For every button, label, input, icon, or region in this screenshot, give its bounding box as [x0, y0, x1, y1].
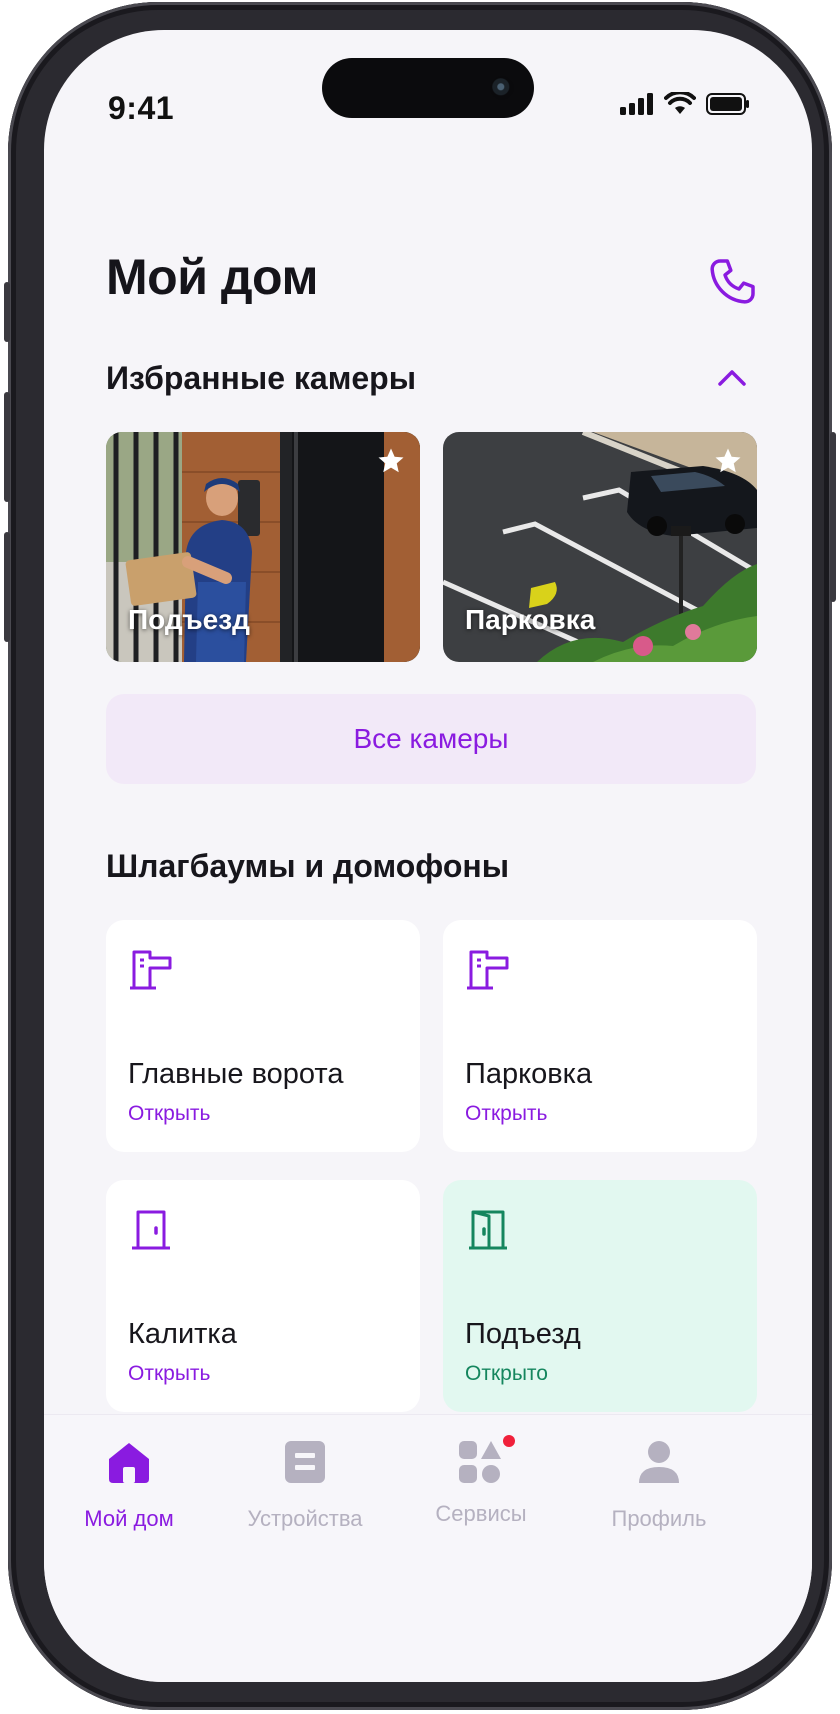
- camera-card-parking[interactable]: Парковка: [443, 432, 757, 662]
- page-title: Мой дом: [106, 249, 318, 305]
- open-action[interactable]: Открыть: [128, 1362, 210, 1386]
- access-name: Калитка: [128, 1318, 237, 1350]
- volume-up-button: [4, 392, 10, 502]
- all-cameras-button[interactable]: Все камеры: [106, 694, 756, 784]
- tab-home[interactable]: Мой дом: [44, 1439, 214, 1532]
- favorite-star-icon[interactable]: [713, 446, 743, 476]
- phone-call-icon[interactable]: [704, 254, 760, 310]
- status-time: 9:41: [108, 90, 175, 126]
- dynamic-island: [322, 58, 534, 118]
- access-name: Парковка: [465, 1058, 593, 1090]
- access-tile-wicket[interactable]: Калитка Открыть: [106, 1180, 420, 1412]
- tab-label: Мой дом: [84, 1506, 174, 1531]
- mute-switch: [4, 282, 10, 342]
- status-icons: [620, 92, 750, 116]
- tab-label: Устройства: [247, 1506, 363, 1531]
- door-icon: [132, 1210, 170, 1250]
- front-camera-icon: [490, 76, 514, 100]
- wifi-icon: [664, 92, 696, 114]
- signal-icon: [620, 93, 653, 115]
- tab-profile[interactable]: Профиль: [574, 1439, 744, 1532]
- chevron-up-icon[interactable]: [708, 358, 756, 398]
- open-action[interactable]: Открыть: [128, 1102, 210, 1126]
- access-tile-entrance[interactable]: Подъезд Открыто: [443, 1180, 757, 1412]
- tab-label: Профиль: [611, 1506, 707, 1531]
- access-tile-main-gate[interactable]: Главные ворота Открыть: [106, 920, 420, 1152]
- battery-icon: [706, 93, 749, 115]
- barrier-icon: [130, 950, 172, 990]
- favorites-title: Избранные камеры: [106, 360, 417, 396]
- door-open-icon: [469, 1210, 507, 1250]
- devices-icon: [285, 1441, 325, 1483]
- favorite-star-icon[interactable]: [376, 446, 406, 476]
- profile-icon: [639, 1441, 679, 1483]
- home-icon: [109, 1443, 149, 1483]
- camera-label: Подъезд: [128, 604, 250, 635]
- phone-frame: 9:41 Мой дом Избранные камеры Подъезд Па…: [4, 2, 836, 1710]
- open-status: Открыто: [465, 1362, 548, 1385]
- access-name: Главные ворота: [128, 1058, 344, 1090]
- tab-devices[interactable]: Устройства: [220, 1439, 390, 1532]
- access-tile-parking[interactable]: Парковка Открыть: [443, 920, 757, 1152]
- access-title: Шлагбаумы и домофоны: [106, 848, 510, 884]
- tab-label: Сервисы: [435, 1501, 527, 1526]
- open-action[interactable]: Открыть: [465, 1102, 547, 1126]
- barrier-icon: [467, 950, 509, 990]
- services-icon: [459, 1441, 501, 1483]
- camera-label: Парковка: [465, 604, 596, 635]
- tab-services[interactable]: Сервисы: [396, 1435, 566, 1527]
- power-button: [830, 432, 836, 602]
- screen: 9:41 Мой дом Избранные камеры Подъезд Па…: [44, 30, 812, 1682]
- tab-bar: Мой дом Устройства Сервисы Профиль: [44, 1414, 812, 1682]
- volume-down-button: [4, 532, 10, 642]
- camera-card-entrance[interactable]: Подъезд: [106, 432, 420, 662]
- notification-badge: [503, 1435, 515, 1447]
- access-name: Подъезд: [465, 1318, 581, 1350]
